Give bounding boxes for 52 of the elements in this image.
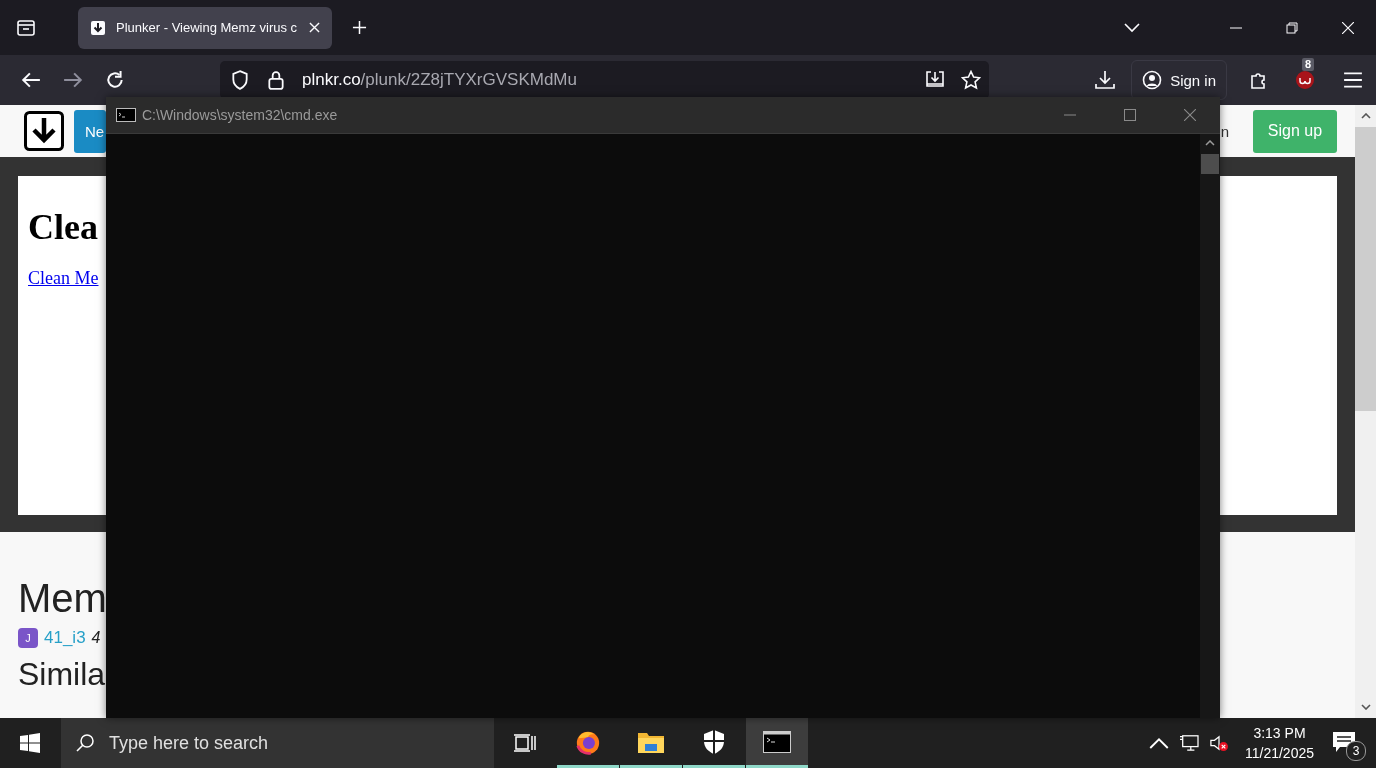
forward-icon[interactable] (63, 70, 83, 90)
header-link[interactable]: n (1220, 122, 1229, 140)
downloads-icon[interactable] (1095, 70, 1116, 90)
lock-icon[interactable] (266, 70, 286, 90)
scrollbar[interactable] (1355, 105, 1376, 718)
sign-in-button[interactable]: Sign in (1131, 60, 1227, 100)
preview-heading: Clea (28, 206, 99, 248)
chevron-down-icon[interactable] (1124, 22, 1140, 33)
terminal-icon (116, 108, 136, 122)
taskbar-search-field[interactable]: Type here to search (61, 718, 494, 768)
clock-time[interactable]: 3:13 PM (1253, 723, 1306, 743)
new-button[interactable]: Ne (74, 109, 106, 153)
scroll-thumb[interactable] (1355, 127, 1376, 411)
maximize-icon[interactable] (1124, 109, 1136, 121)
terminal-icon (763, 728, 791, 755)
section-heading: Simila (18, 656, 107, 693)
browser-tab[interactable]: Plunker - Viewing Memz virus c (78, 6, 332, 49)
meta-text: 4 (91, 629, 101, 647)
taskbar-app[interactable] (746, 718, 808, 768)
scroll-up-icon[interactable] (1205, 140, 1215, 146)
restore-icon[interactable] (1286, 21, 1298, 34)
menu-icon[interactable] (1343, 70, 1363, 90)
scroll-down-icon[interactable] (1360, 704, 1371, 710)
windows-start-icon[interactable] (20, 733, 40, 753)
search-icon (75, 733, 95, 753)
shield-icon[interactable] (230, 70, 250, 90)
download-icon (90, 19, 106, 36)
tab-list-icon[interactable] (16, 17, 36, 38)
scrollbar[interactable] (1200, 134, 1220, 718)
back-icon[interactable] (21, 70, 41, 90)
preview-link[interactable]: Clean Me (28, 268, 99, 288)
star-icon[interactable] (961, 70, 981, 90)
avatar: J (18, 628, 38, 648)
plunk-title: Mem (18, 575, 108, 622)
network-monitor-icon[interactable] (1178, 734, 1199, 752)
console-window[interactable]: C:\Windows\system32\cmd.exe (106, 97, 1220, 718)
clock-date[interactable]: 11/21/2025 (1244, 743, 1314, 763)
account-icon (1142, 70, 1163, 90)
address-bar[interactable]: plnkr.co/plunk/2Z8jTYXrGVSKMdMu (220, 61, 989, 99)
window-title: C:\Windows\system32\cmd.exe (142, 107, 338, 123)
url-text: plnkr.co/plunk/2Z8jTYXrGVSKMdMu (302, 70, 577, 90)
scroll-up-icon[interactable] (1360, 113, 1371, 119)
new-tab-icon[interactable] (352, 20, 367, 35)
task-view-icon[interactable] (514, 733, 536, 753)
logo-icon[interactable] (24, 111, 64, 151)
muted-speaker-icon[interactable] (1208, 734, 1229, 752)
extension-badge: 8 (1302, 58, 1315, 71)
scroll-thumb[interactable] (1201, 154, 1219, 174)
save-page-icon[interactable] (925, 70, 945, 90)
reload-icon[interactable] (105, 70, 125, 90)
notification-count: 3 (1346, 741, 1366, 761)
extension-icon[interactable] (1295, 70, 1315, 90)
